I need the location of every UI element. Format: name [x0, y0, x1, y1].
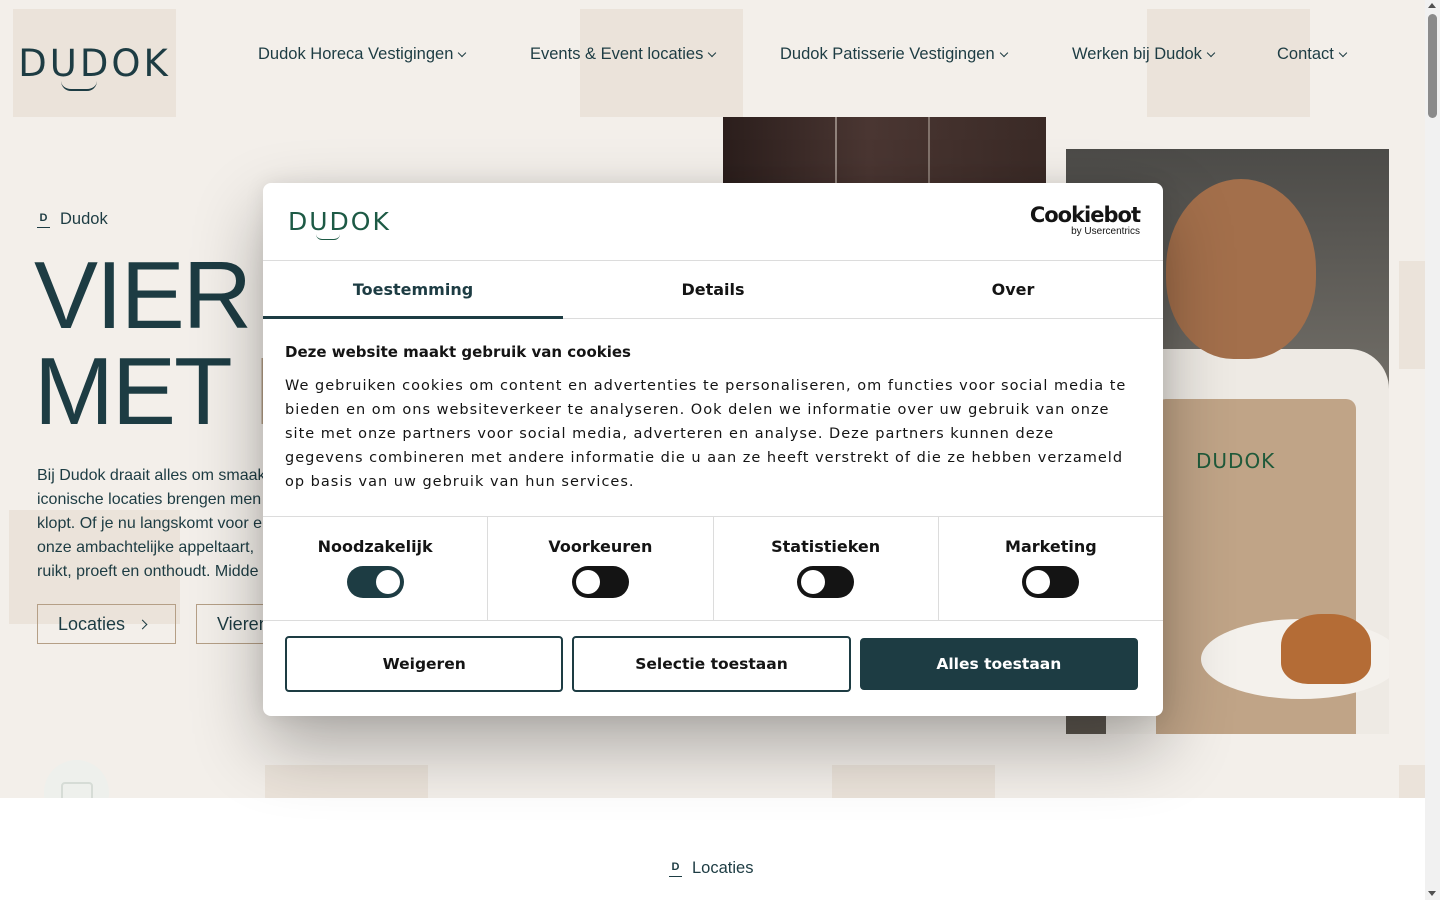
- apron-logo: DUDOK: [1196, 449, 1276, 473]
- logo-text: DUDOK: [18, 41, 171, 91]
- chevron-down-icon: [1206, 48, 1216, 57]
- nav-item-label: Events & Event locaties: [530, 45, 704, 63]
- dudok-d-icon: D: [669, 861, 682, 877]
- intro-line: klopt. Of je nu langskomt voor e: [37, 515, 262, 532]
- nav-item-contact[interactable]: Contact: [1277, 45, 1348, 64]
- dialog-header: DUDOK Cookiebot by Usercentrics: [263, 183, 1163, 261]
- switch-knob: [575, 570, 600, 594]
- toggle-marketing: Marketing: [939, 517, 1163, 620]
- switch-knob: [801, 570, 826, 594]
- nav-item-werken[interactable]: Werken bij Dudok: [1072, 45, 1216, 64]
- noodzakelijk-switch[interactable]: [346, 566, 404, 598]
- site-logo[interactable]: DUDOK: [13, 9, 176, 117]
- headline-line: MET: [34, 338, 254, 445]
- section-label: D Locaties: [669, 859, 753, 878]
- button-label: Locaties: [58, 613, 126, 634]
- hero-intro: Bij Dudok draait alles om smaak iconisch…: [37, 464, 277, 584]
- decor-block: [832, 765, 995, 798]
- chevron-down-icon: [999, 48, 1008, 57]
- decor-block: [1399, 765, 1425, 798]
- dialog-logo: DUDOK: [288, 207, 391, 240]
- breadcrumb: D Dudok: [37, 210, 108, 229]
- selectie-toestaan-button[interactable]: Selectie toestaan: [572, 636, 851, 692]
- chevron-down-icon: [708, 48, 717, 57]
- nav-item-label: Dudok Horeca Vestigingen: [258, 45, 454, 63]
- tab-over[interactable]: Over: [863, 261, 1163, 318]
- marketing-switch[interactable]: [1022, 566, 1080, 598]
- scroll-down-arrow-icon[interactable]: [1428, 891, 1436, 896]
- intro-line: iconische locaties brengen men: [37, 491, 262, 508]
- intro-line: onze ambachtelijke appeltaart,: [37, 539, 255, 556]
- scrollbar-thumb[interactable]: [1428, 14, 1437, 118]
- switch-knob: [1026, 570, 1051, 594]
- nav-item-patisserie[interactable]: Dudok Patisserie Vestigingen: [780, 45, 1008, 64]
- alles-toestaan-button[interactable]: Alles toestaan: [859, 638, 1138, 690]
- toggle-label: Noodzakelijk: [317, 537, 433, 556]
- dudok-d-icon: D: [37, 212, 50, 228]
- voorkeuren-switch[interactable]: [571, 566, 629, 598]
- decor-block: [265, 765, 428, 798]
- wine-glass-shape: [835, 117, 930, 187]
- chevron-down-icon: [458, 48, 467, 57]
- section-label-text: Locaties: [692, 859, 754, 877]
- toggle-label: Marketing: [1005, 537, 1097, 556]
- chat-icon: [60, 781, 93, 798]
- scroll-up-arrow-icon[interactable]: [1428, 3, 1436, 8]
- tab-toestemming[interactable]: Toestemming: [263, 261, 563, 319]
- cookiebot-name: Cookiebot: [1029, 203, 1141, 227]
- decor-block: [1399, 261, 1425, 369]
- headline-line: VIER ': [34, 242, 293, 349]
- intro-line: Bij Dudok draait alles om smaak: [37, 467, 266, 484]
- tab-details[interactable]: Details: [563, 261, 863, 318]
- toggle-voorkeuren: Voorkeuren: [488, 517, 714, 620]
- photo-shape: [1281, 614, 1371, 684]
- nav-item-horeca[interactable]: Dudok Horeca Vestigingen: [258, 45, 467, 64]
- cookiebot-logo[interactable]: Cookiebot by Usercentrics: [1029, 203, 1141, 237]
- chevron-right-icon: [137, 619, 148, 629]
- photo-shape: [1166, 179, 1316, 359]
- toggle-statistieken: Statistieken: [714, 517, 939, 620]
- toggle-label: Voorkeuren: [548, 537, 653, 556]
- dialog-text: We gebruiken cookies om content en adver…: [285, 378, 1127, 490]
- nav-item-events[interactable]: Events & Event locaties: [530, 45, 717, 64]
- switch-knob: [375, 570, 400, 594]
- button-label: Vieren: [217, 613, 269, 634]
- consent-toggles: Noodzakelijk Voorkeuren Statistieken Mar…: [263, 516, 1163, 621]
- dialog-tabs: Toestemming Details Over: [263, 261, 1163, 319]
- dialog-actions: Weigeren Selectie toestaan Alles toestaa…: [285, 636, 1138, 692]
- toggle-noodzakelijk: Noodzakelijk: [263, 517, 489, 620]
- cookie-consent-dialog: DUDOK Cookiebot by Usercentrics Toestemm…: [263, 183, 1163, 716]
- intro-line: ruikt, proeft en onthoudt. Midde: [37, 563, 259, 580]
- weigeren-button[interactable]: Weigeren: [285, 636, 564, 692]
- nav-item-label: Contact: [1277, 45, 1334, 63]
- cookiebot-by: by Usercentrics: [1071, 226, 1140, 237]
- page-scrollbar[interactable]: [1425, 0, 1440, 900]
- nav-item-label: Werken bij Dudok: [1072, 45, 1202, 63]
- locaties-button[interactable]: Locaties: [37, 604, 176, 644]
- statistieken-switch[interactable]: [797, 566, 855, 598]
- chevron-down-icon: [1338, 48, 1348, 57]
- breadcrumb-label: Dudok: [60, 210, 108, 228]
- chat-widget-button[interactable]: [44, 760, 109, 798]
- nav-item-label: Dudok Patisserie Vestigingen: [780, 45, 995, 63]
- dialog-body: Deze website maakt gebruik van cookies W…: [285, 343, 1145, 494]
- toggle-label: Statistieken: [771, 537, 881, 556]
- dialog-title: Deze website maakt gebruik van cookies: [285, 343, 631, 361]
